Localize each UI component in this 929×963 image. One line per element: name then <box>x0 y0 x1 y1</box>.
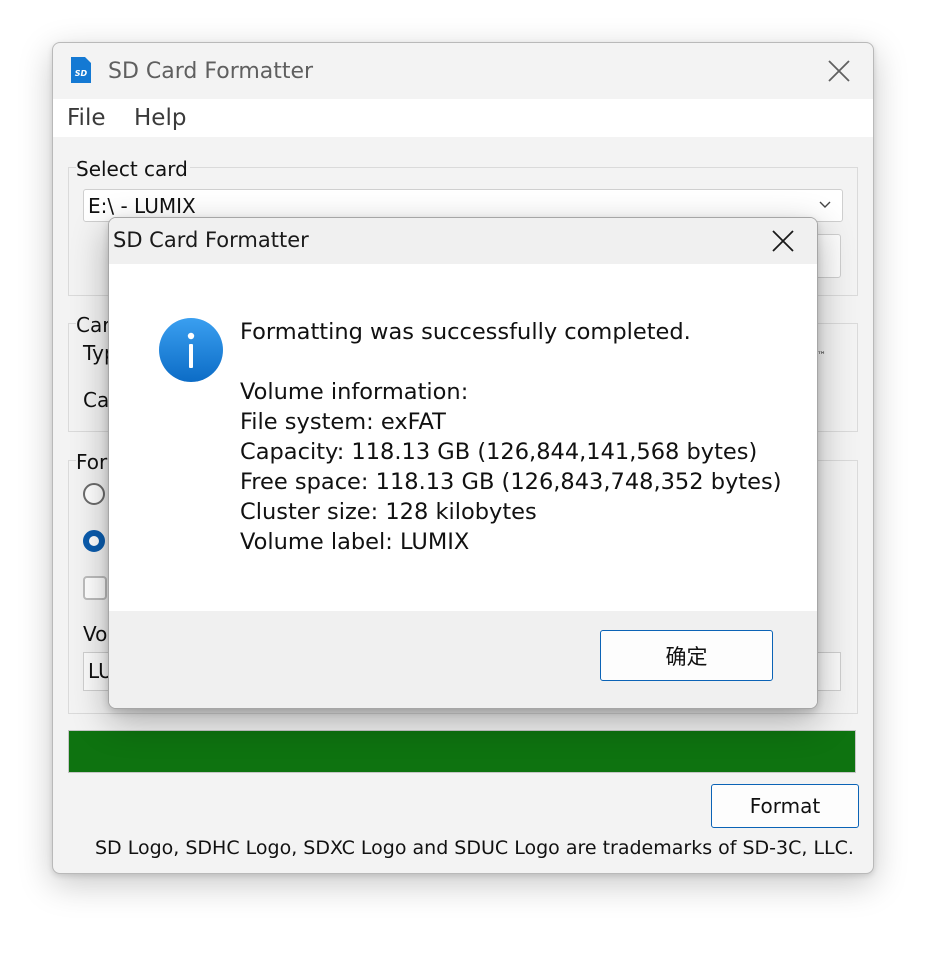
select-card-label: Select card <box>76 157 190 181</box>
format-progress-bar <box>68 730 856 773</box>
dialog-titlebar: SD Card Formatter <box>109 218 817 264</box>
svg-text:SD: SD <box>75 69 88 78</box>
menu-help[interactable]: Help <box>134 105 186 131</box>
format-button[interactable]: Format <box>711 784 859 828</box>
card-select-value: E:\ - LUMIX <box>88 194 196 218</box>
menu-file[interactable]: File <box>67 105 106 131</box>
capacity-line: Capacity: 118.13 GB (126,844,141,568 byt… <box>240 439 758 465</box>
trademark-footer: SD Logo, SDHC Logo, SDXC Logo and SDUC L… <box>95 837 854 859</box>
cluster-size-line: Cluster size: 128 kilobytes <box>240 499 537 525</box>
app-icon: SD <box>69 55 93 85</box>
success-dialog: SD Card Formatter Formatting was success… <box>108 217 818 709</box>
free-space-line: Free space: 118.13 GB (126,843,748,352 b… <box>240 469 782 495</box>
format-progress-fill <box>69 731 855 772</box>
volume-label-line: Volume label: LUMIX <box>240 529 470 555</box>
dialog-footer: 确定 <box>109 611 817 708</box>
dialog-title: SD Card Formatter <box>113 228 309 252</box>
file-system-line: File system: exFAT <box>240 409 446 435</box>
window-title: SD Card Formatter <box>108 59 314 84</box>
close-icon <box>828 60 850 82</box>
dialog-message: Formatting was successfully completed. <box>240 319 691 345</box>
close-icon <box>772 230 794 252</box>
trademark-mark: ™ <box>817 351 826 361</box>
quick-format-radio[interactable] <box>83 483 105 505</box>
card-info-label: Car <box>76 313 113 337</box>
ok-button[interactable]: 确定 <box>600 630 773 681</box>
chevron-down-icon <box>819 201 831 208</box>
volume-info-header: Volume information: <box>240 379 469 405</box>
overwrite-format-radio[interactable] <box>83 530 105 552</box>
menu-bar: File Help <box>53 99 873 137</box>
info-icon <box>158 317 224 383</box>
close-button[interactable] <box>825 57 853 85</box>
cho-settings-checkbox[interactable] <box>83 576 107 600</box>
dialog-close-button[interactable] <box>769 227 797 255</box>
